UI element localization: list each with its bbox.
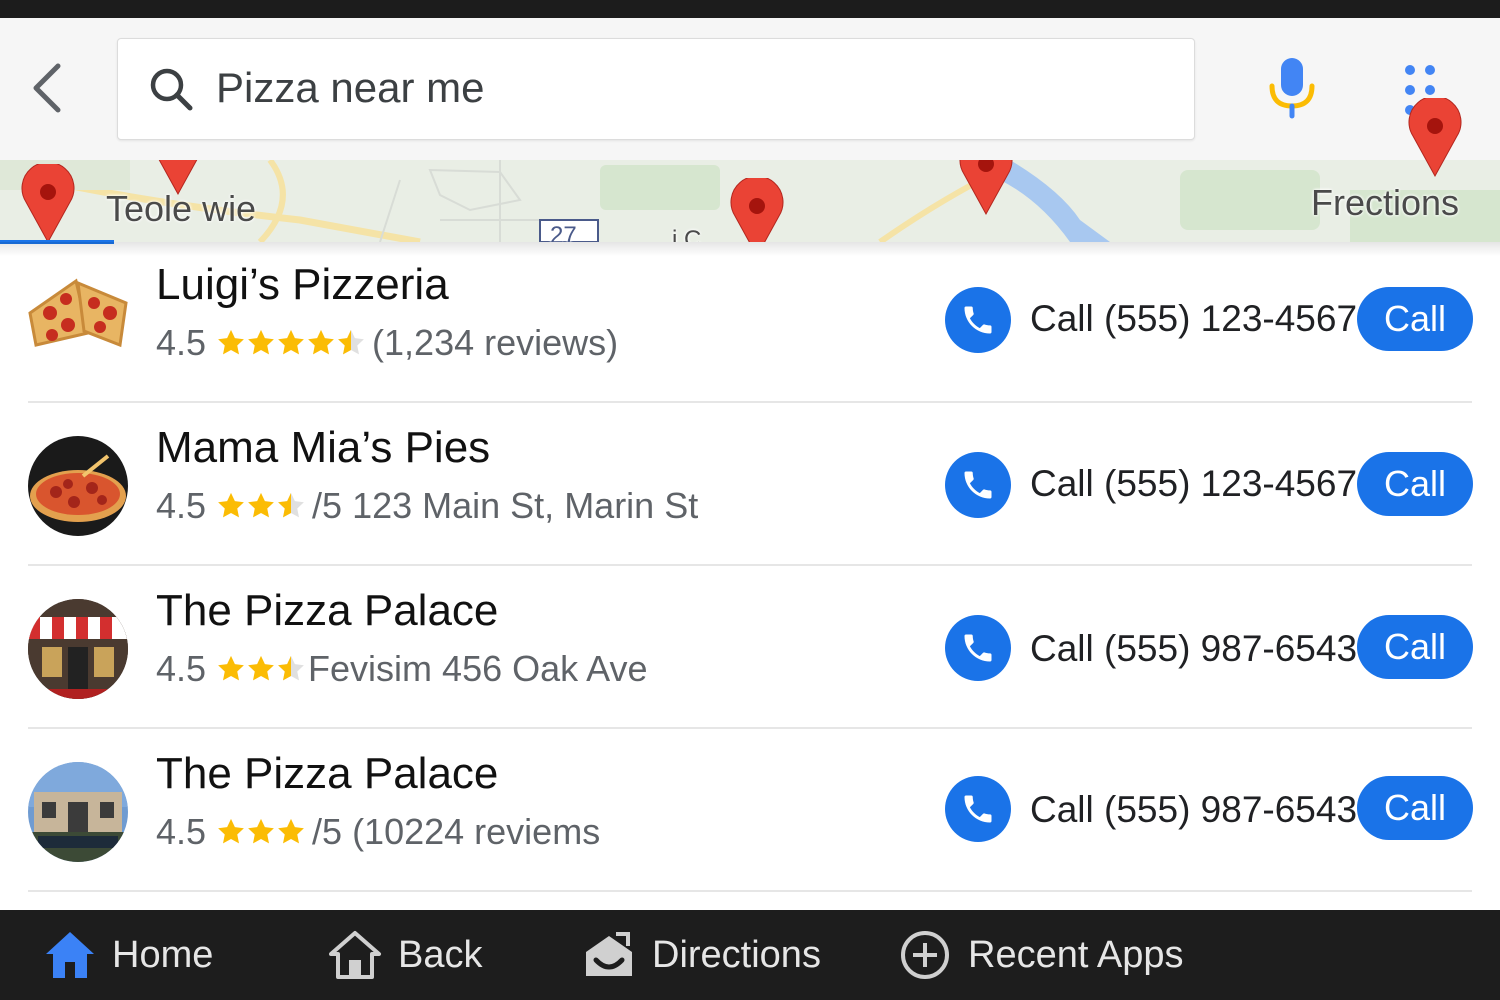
star-icon	[308, 329, 334, 355]
rating-value: 4.5	[156, 648, 207, 689]
nav-back-label: Back	[398, 933, 483, 976]
place-name[interactable]: The Pizza Palace	[156, 586, 498, 636]
star-icon	[218, 329, 244, 355]
place-name[interactable]: Luigi’s Pizzeria	[156, 260, 449, 310]
back-arrow-icon	[33, 63, 61, 113]
map-pin-icon[interactable]	[958, 160, 1014, 216]
divider	[28, 890, 1472, 892]
phone-number[interactable]: Call (555) 987-6543	[1030, 628, 1357, 670]
result-row[interactable]: Mama Mia’s Pies 4.5 /5 123 Main St, Mari…	[0, 403, 1500, 566]
rating-value: 4.5	[156, 322, 207, 363]
star-icon	[338, 329, 364, 355]
star-icon	[248, 492, 274, 518]
map-label: Frections	[1311, 182, 1460, 223]
star-icon	[248, 818, 274, 844]
mic-icon[interactable]	[1262, 56, 1322, 122]
place-detail: /5 (10224 reviems	[312, 811, 601, 852]
nav-home-label: Home	[112, 933, 214, 976]
map-label: 27	[550, 222, 577, 242]
map-pin-icon[interactable]	[729, 178, 785, 242]
rating-value: 4.5	[156, 485, 207, 526]
phone-number[interactable]: Call (555) 123-4567	[1030, 298, 1357, 340]
map-pin-icon[interactable]	[150, 160, 206, 196]
star-icon	[278, 329, 304, 355]
star-icon	[218, 818, 244, 844]
nav-directions-label: Directions	[652, 933, 821, 976]
phone-icon[interactable]	[945, 287, 1011, 353]
nav-back[interactable]: Back	[328, 910, 482, 1000]
map-strip[interactable]: Teole wie Frections 27 i C	[0, 160, 1500, 242]
phone-icon[interactable]	[945, 452, 1011, 518]
pizza-thumbnail	[28, 436, 128, 536]
place-detail: /5 123 Main St, Marin St	[312, 485, 699, 526]
phone-icon[interactable]	[945, 776, 1011, 842]
result-row[interactable]: Luigi’s Pizzeria 4.5 (1,234 reviews) Cal…	[0, 240, 1500, 403]
star-icon	[248, 329, 274, 355]
call-button[interactable]: Call	[1357, 452, 1473, 516]
result-row[interactable]: The Pizza Palace 4.5 Fevisim 456 Oak Ave…	[0, 566, 1500, 729]
search-input[interactable]	[216, 53, 1116, 123]
nav-recent-apps-label: Recent Apps	[968, 933, 1184, 976]
storefront-thumbnail	[28, 599, 128, 699]
search-header	[0, 18, 1500, 160]
call-button[interactable]: Call	[1357, 615, 1473, 679]
bottom-nav-bar: Home Back Directions Recent Apps	[0, 910, 1500, 1000]
place-meta: 4.5 Fevisim 456 Oak Ave	[156, 648, 648, 690]
star-rating	[216, 817, 306, 847]
map-pin-icon[interactable]	[1407, 98, 1463, 178]
map-pin-icon[interactable]	[20, 164, 76, 242]
back-house-icon	[329, 931, 381, 979]
nav-recent-apps[interactable]: Recent Apps	[898, 910, 1183, 1000]
star-icon	[278, 655, 304, 681]
place-name[interactable]: The Pizza Palace	[156, 749, 498, 799]
place-meta: 4.5 (1,234 reviews)	[156, 322, 618, 364]
directions-icon	[586, 932, 632, 976]
status-bar	[0, 0, 1500, 18]
star-icon	[278, 818, 304, 844]
back-button[interactable]	[18, 58, 78, 118]
star-rating	[216, 491, 306, 521]
star-rating	[216, 328, 366, 358]
search-box[interactable]	[117, 38, 1195, 140]
call-button[interactable]: Call	[1357, 776, 1473, 840]
place-meta: 4.5 /5 123 Main St, Marin St	[156, 485, 698, 527]
phone-number[interactable]: Call (555) 987-6543	[1030, 789, 1357, 831]
nav-home[interactable]: Home	[44, 910, 213, 1000]
home-icon	[46, 932, 94, 978]
search-icon	[150, 68, 193, 111]
star-rating	[216, 654, 306, 684]
pizza-thumbnail	[28, 273, 128, 373]
result-row[interactable]: The Pizza Palace 4.5 /5 (10224 reviems C…	[0, 729, 1500, 892]
place-detail: (1,234 reviews)	[372, 322, 619, 363]
storefront-thumbnail	[28, 762, 128, 862]
phone-number[interactable]: Call (555) 123-4567	[1030, 463, 1357, 505]
star-icon	[278, 492, 304, 518]
place-name[interactable]: Mama Mia’s Pies	[156, 423, 490, 473]
call-button[interactable]: Call	[1357, 287, 1473, 351]
star-icon	[248, 655, 274, 681]
phone-icon[interactable]	[945, 615, 1011, 681]
recent-apps-icon	[901, 931, 949, 979]
place-detail: Fevisim 456 Oak Ave	[308, 648, 648, 689]
rating-value: 4.5	[156, 811, 207, 852]
star-icon	[218, 655, 244, 681]
place-meta: 4.5 /5 (10224 reviems	[156, 811, 600, 853]
star-icon	[218, 492, 244, 518]
nav-directions[interactable]: Directions	[582, 910, 821, 1000]
